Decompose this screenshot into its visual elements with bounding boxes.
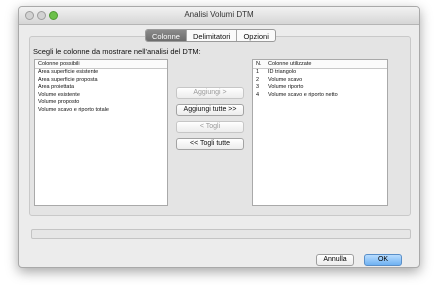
table-row[interactable]: 1 ID triangolo [253,69,387,77]
list-item[interactable]: Area superficie esistente [35,69,167,77]
row-label: ID triangolo [268,69,297,75]
used-columns-header-n: N. [256,61,262,67]
add-button[interactable]: Aggiungi > [176,87,244,99]
remove-all-button[interactable]: << Togli tutte [176,138,244,150]
row-label: Volume riporto [268,84,304,90]
row-label: Volume scavo [268,76,303,83]
window-title: Analisi Volumi DTM [184,10,254,19]
used-columns-header-label: Colonne utilizzate [268,61,312,67]
row-number: 3 [256,84,260,90]
available-columns-header-label: Colonne possibili [38,61,80,67]
available-columns-header[interactable]: Colonne possibili [35,60,167,69]
table-row[interactable]: 3 Volume riporto [253,84,387,92]
ok-button[interactable]: OK [364,254,402,266]
used-columns-header[interactable]: N. Colonne utilizzate [253,60,387,69]
row-number: 2 [256,76,260,83]
list-item-label: Volume esistente [38,91,80,98]
tab-opzioni[interactable]: Opzioni [237,30,274,41]
list-item[interactable]: Area proiettata [35,84,167,92]
list-item[interactable]: Area superficie proposta [35,77,167,85]
list-item[interactable]: Volume scavo e riporto totale [35,107,167,115]
list-item-label: Area superficie esistente [38,69,99,75]
used-columns-list[interactable]: N. Colonne utilizzate 1 ID triangolo 2 V… [252,59,388,206]
tab-delimitatori[interactable]: Delimitatori [187,30,238,41]
dialog-window: Analisi Volumi DTM Colonne Delimitatori … [18,6,420,268]
status-bar [31,229,411,239]
tab-bar: Colonne Delimitatori Opzioni [145,29,276,42]
tab-colonne[interactable]: Colonne [146,30,187,41]
list-item-label: Volume proposto [38,99,80,105]
row-number: 4 [256,91,260,98]
cancel-button[interactable]: Annulla [316,254,354,266]
available-columns-list[interactable]: Colonne possibili Area superficie esiste… [34,59,168,206]
table-row[interactable]: 2 Volume scavo [253,77,387,85]
list-item-label: Volume scavo e riporto totale [38,106,109,113]
list-item-label: Area proiettata [38,84,75,90]
table-row[interactable]: 4 Volume scavo e riporto netto [253,92,387,100]
remove-button[interactable]: < Togli [176,121,244,133]
instruction-text: Scegli le colonne da mostrare nell'anali… [33,47,201,56]
list-item-label: Area superficie proposta [38,76,98,83]
list-item[interactable]: Volume esistente [35,92,167,100]
title-bar[interactable]: Analisi Volumi DTM [19,7,419,25]
list-item[interactable]: Volume proposto [35,99,167,107]
add-all-button[interactable]: Aggiungi tutte >> [176,104,244,116]
row-number: 1 [256,69,260,75]
row-label: Volume scavo e riporto netto [268,91,338,98]
